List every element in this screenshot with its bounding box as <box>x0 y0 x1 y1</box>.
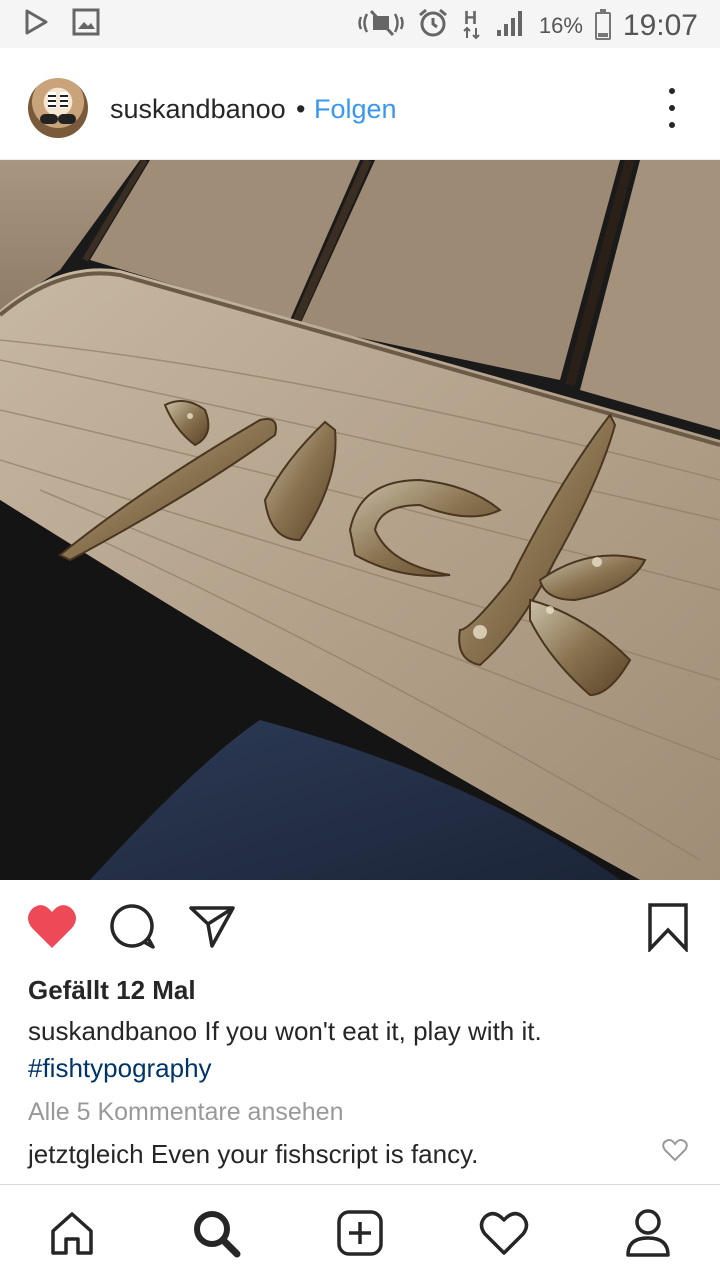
activity-heart-icon[interactable] <box>478 1207 530 1259</box>
hashtag-link[interactable]: #fishtypography <box>28 1053 212 1084</box>
signal-icon <box>495 8 527 43</box>
post-header: suskandbanoo • Folgen <box>0 48 720 160</box>
follow-button[interactable]: Folgen <box>314 94 397 125</box>
battery-icon <box>594 8 611 40</box>
comment-like-icon[interactable] <box>662 1138 688 1167</box>
share-icon[interactable] <box>188 902 236 955</box>
likes-count[interactable]: Gefällt 12 Mal <box>28 975 196 1006</box>
like-heart-icon[interactable] <box>26 902 78 955</box>
comment-icon[interactable] <box>108 902 156 955</box>
avatar[interactable] <box>28 78 88 138</box>
battery-percent: 16% <box>538 12 583 38</box>
comment-text: Even your fishscript is fancy. <box>143 1139 479 1169</box>
separator-dot: • <box>296 94 306 124</box>
post-actions <box>0 880 720 976</box>
view-all-comments-link[interactable]: Alle 5 Kommentare ansehen <box>28 1098 343 1127</box>
caption: suskandbanoo If you won't eat it, play w… <box>28 1016 542 1047</box>
caption-username[interactable]: suskandbanoo <box>28 1016 197 1046</box>
play-store-icon <box>24 8 50 41</box>
more-options-icon[interactable] <box>662 88 682 128</box>
svg-text:H: H <box>464 8 477 28</box>
post-username[interactable]: suskandbanoo <box>110 94 286 125</box>
status-bar: H 16% 19:07 <box>0 0 720 48</box>
mute-icon <box>357 9 405 42</box>
comment-row: jetztgleich Even your fishscript is fanc… <box>28 1139 478 1170</box>
bookmark-icon[interactable] <box>646 902 690 957</box>
search-icon[interactable] <box>190 1207 242 1259</box>
clock: 19:07 <box>622 8 698 42</box>
comment-username[interactable]: jetztgleich <box>28 1139 144 1169</box>
bottom-navigation <box>0 1184 720 1280</box>
alarm-icon <box>417 7 449 44</box>
profile-icon[interactable] <box>622 1207 674 1259</box>
add-post-icon[interactable] <box>334 1207 386 1259</box>
caption-text: If you won't eat it, play with it. <box>197 1016 542 1046</box>
post-photo[interactable] <box>0 160 720 880</box>
network-h-icon: H <box>461 6 483 45</box>
image-icon <box>72 8 100 41</box>
home-icon[interactable] <box>46 1207 98 1259</box>
